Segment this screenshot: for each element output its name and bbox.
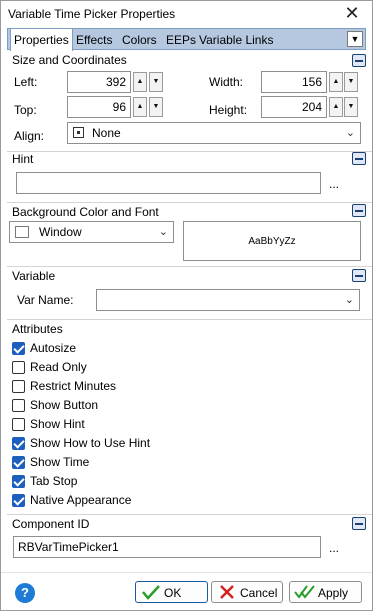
align-none-icon xyxy=(73,127,84,138)
align-select[interactable]: None ⌄ xyxy=(67,122,361,144)
attribute-checkbox[interactable]: Native Appearance xyxy=(12,492,312,509)
collapse-hint-icon[interactable] xyxy=(352,152,366,165)
attribute-label: Read Only xyxy=(30,360,87,374)
section-title-attributes: Attributes xyxy=(12,322,63,336)
section-title-size: Size and Coordinates xyxy=(12,53,127,67)
checkbox-unchecked-icon[interactable] xyxy=(12,418,25,431)
background-color-select[interactable]: Window ⌄ xyxy=(9,221,174,243)
width-spin-up-icon[interactable]: ▲ xyxy=(329,72,343,92)
checkbox-unchecked-icon[interactable] xyxy=(12,380,25,393)
collapse-component-icon[interactable] xyxy=(352,517,366,530)
cancel-label: Cancel xyxy=(240,586,278,600)
var-name-select[interactable]: ⌄ xyxy=(96,289,360,311)
apply-button[interactable]: Apply xyxy=(289,581,362,603)
tab-variable-links[interactable]: Variable Links xyxy=(196,31,276,49)
cancel-x-icon xyxy=(220,585,234,599)
attribute-label: Show Time xyxy=(30,455,90,469)
ok-button[interactable]: OK xyxy=(135,581,208,603)
divider xyxy=(7,202,372,203)
attribute-checkbox[interactable]: Show How to Use Hint xyxy=(12,435,312,452)
height-spin-down-icon[interactable]: ▼ xyxy=(344,97,358,117)
checkbox-checked-icon[interactable] xyxy=(12,456,25,469)
attribute-checkbox[interactable]: Show Hint xyxy=(12,416,312,433)
top-spin-down-icon[interactable]: ▼ xyxy=(149,97,163,117)
checkmark-icon xyxy=(142,585,160,600)
tab-overflow-menu-icon[interactable]: ▼ xyxy=(347,31,363,47)
section-title-variable: Variable xyxy=(12,269,56,283)
close-icon[interactable]: ✕ xyxy=(340,2,364,26)
height-label: Height: xyxy=(209,103,248,117)
left-spin-down-icon[interactable]: ▼ xyxy=(149,72,163,92)
section-title-hint: Hint xyxy=(12,152,34,166)
collapse-variable-icon[interactable] xyxy=(352,269,366,282)
align-value: None xyxy=(92,126,121,140)
chevron-down-icon: ⌄ xyxy=(345,127,355,139)
divider xyxy=(7,514,372,515)
width-spin-down-icon[interactable]: ▼ xyxy=(344,72,358,92)
tab-effects[interactable]: Effects xyxy=(73,31,115,49)
left-label: Left: xyxy=(14,75,38,89)
checkbox-unchecked-icon[interactable] xyxy=(12,399,25,412)
attribute-label: Native Appearance xyxy=(30,493,132,507)
tab-bar: Properties Effects Colors EEPs Variable … xyxy=(7,28,366,51)
window-title: Variable Time Picker Properties xyxy=(8,7,176,21)
chevron-down-icon: ⌄ xyxy=(158,226,168,238)
tab-properties[interactable]: Properties xyxy=(10,28,73,51)
checkbox-unchecked-icon[interactable] xyxy=(12,361,25,374)
checkbox-checked-icon[interactable] xyxy=(12,494,25,507)
attribute-label: Show How to Use Hint xyxy=(30,436,151,450)
attribute-label: Autosize xyxy=(30,341,77,355)
attribute-checkbox[interactable]: Show Time xyxy=(12,454,312,471)
font-preview[interactable]: AaBbYyZz xyxy=(183,221,361,261)
attribute-checkbox[interactable]: Read Only xyxy=(12,359,312,376)
hint-input[interactable] xyxy=(16,172,321,194)
top-label: Top: xyxy=(14,103,37,117)
divider xyxy=(7,151,372,152)
collapse-size-icon[interactable] xyxy=(352,54,366,67)
cancel-button[interactable]: Cancel xyxy=(211,581,283,603)
collapse-background-icon[interactable] xyxy=(352,204,366,217)
double-checkmark-icon xyxy=(294,585,315,599)
background-color-value: Window xyxy=(39,225,82,239)
var-name-label: Var Name: xyxy=(17,293,74,307)
color-swatch xyxy=(15,226,29,238)
attribute-checkbox[interactable]: Autosize xyxy=(12,340,312,357)
component-id-input[interactable]: RBVarTimePicker1 xyxy=(13,536,321,558)
attribute-checkbox[interactable]: Show Button xyxy=(12,397,312,414)
attribute-label: Tab Stop xyxy=(30,474,78,488)
checkbox-checked-icon[interactable] xyxy=(12,437,25,450)
checkbox-checked-icon[interactable] xyxy=(12,475,25,488)
title-bar: Variable Time Picker Properties ✕ xyxy=(1,1,372,27)
help-icon[interactable]: ? xyxy=(15,583,35,603)
attribute-checkbox[interactable]: Tab Stop xyxy=(12,473,312,490)
tab-colors[interactable]: Colors xyxy=(119,31,160,49)
left-spin-up-icon[interactable]: ▲ xyxy=(133,72,147,92)
height-input[interactable]: 204 xyxy=(261,96,327,118)
tab-eeps[interactable]: EEPs xyxy=(163,31,199,49)
left-input[interactable]: 392 xyxy=(67,71,131,93)
ok-label: OK xyxy=(164,586,182,600)
section-title-background: Background Color and Font xyxy=(12,205,159,219)
divider xyxy=(7,266,372,267)
section-title-component: Component ID xyxy=(12,517,90,531)
attribute-checkbox[interactable]: Restrict Minutes xyxy=(12,378,312,395)
height-spin-up-icon[interactable]: ▲ xyxy=(329,97,343,117)
width-input[interactable]: 156 xyxy=(261,71,327,93)
apply-label: Apply xyxy=(318,586,349,600)
component-ellipsis-button[interactable]: ... xyxy=(324,538,344,558)
checkbox-checked-icon[interactable] xyxy=(12,342,25,355)
footer-bar: ? OK Cancel Apply xyxy=(1,572,372,610)
hint-ellipsis-button[interactable]: ... xyxy=(324,174,344,194)
width-label: Width: xyxy=(209,75,244,89)
top-input[interactable]: 96 xyxy=(67,96,131,118)
align-label: Align: xyxy=(14,129,45,143)
attribute-label: Restrict Minutes xyxy=(30,379,117,393)
attribute-label: Show Hint xyxy=(30,417,85,431)
chevron-down-icon: ⌄ xyxy=(344,294,354,306)
top-spin-up-icon[interactable]: ▲ xyxy=(133,97,147,117)
dialog-window: Variable Time Picker Properties ✕ Proper… xyxy=(0,0,373,611)
divider xyxy=(7,319,372,320)
attribute-label: Show Button xyxy=(30,398,99,412)
